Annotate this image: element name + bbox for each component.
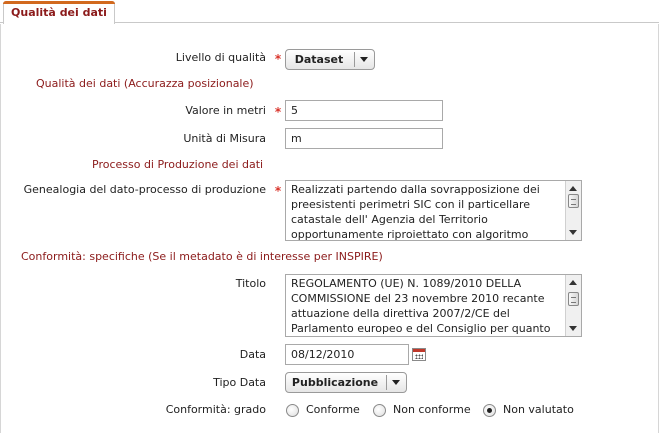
dropdown-separator xyxy=(386,375,387,390)
titolo-scrollbar[interactable] xyxy=(565,275,581,336)
required-marker: * xyxy=(274,105,282,119)
tab-qualita-dati[interactable]: Qualità dei dati xyxy=(3,1,115,24)
text-line: opportunamente riproiettato con algoritm… xyxy=(291,228,529,241)
text-line: Parlamento europeo e del Consiglio per q… xyxy=(291,322,551,335)
required-marker: * xyxy=(274,52,282,66)
valore-input[interactable]: 5 xyxy=(285,100,443,121)
data-input[interactable]: 08/12/2010 xyxy=(285,344,409,365)
calendar-icon[interactable] xyxy=(412,348,426,361)
tab-bar: Qualità dei dati xyxy=(0,0,659,24)
scroll-thumb[interactable] xyxy=(568,292,579,306)
tipo-data-value: Pubblicazione xyxy=(291,376,379,389)
section-conformita: Conformità: specifiche (Se il metadato è… xyxy=(21,250,383,263)
chevron-down-icon xyxy=(392,380,400,385)
scroll-thumb[interactable] xyxy=(568,194,579,208)
text-line: catastale dell' Agenzia del Territorio xyxy=(291,213,488,226)
radio-conforme[interactable] xyxy=(286,404,299,417)
unita-input[interactable]: m xyxy=(285,128,443,149)
data-label: Data xyxy=(239,348,266,361)
text-line: attuazione della direttiva 2007/2/CE del xyxy=(291,307,510,320)
scroll-down-icon[interactable] xyxy=(569,326,577,331)
livello-dropdown[interactable]: Dataset xyxy=(285,49,375,70)
genealogia-scrollbar[interactable] xyxy=(565,181,581,240)
radio-non-valutato-label: Non valutato xyxy=(503,403,574,416)
scroll-down-icon[interactable] xyxy=(569,230,577,235)
text-line: preesistenti perimetri SIC con il partic… xyxy=(291,198,531,211)
genealogia-textarea[interactable]: Realizzati partendo dalla sovrapposizion… xyxy=(285,180,582,241)
dropdown-separator xyxy=(354,52,355,67)
valore-label: Valore in metri xyxy=(185,104,266,117)
genealogia-label: Genealogia del dato-processo di produzio… xyxy=(23,183,266,196)
grado-label: Conformità: grado xyxy=(165,403,266,416)
unita-label: Unità di Misura xyxy=(183,132,266,145)
text-line: COMMISSIONE del 23 novembre 2010 recante xyxy=(291,292,545,305)
livello-label: Livello di qualità xyxy=(175,51,266,64)
form-panel: Livello di qualità * Dataset Qualità dei… xyxy=(0,24,659,433)
text-line: Realizzati partendo dalla sovrapposizion… xyxy=(291,183,540,196)
titolo-label: Titolo xyxy=(235,277,266,290)
scroll-up-icon[interactable] xyxy=(569,186,577,191)
radio-non-valutato[interactable] xyxy=(483,404,496,417)
livello-value: Dataset xyxy=(294,53,344,66)
titolo-textarea[interactable]: REGOLAMENTO (UE) N. 1089/2010 DELLA COMM… xyxy=(285,274,582,337)
radio-non-conforme[interactable] xyxy=(373,404,386,417)
text-line: REGOLAMENTO (UE) N. 1089/2010 DELLA xyxy=(291,277,522,290)
radio-non-conforme-label: Non conforme xyxy=(393,403,471,416)
tipo-data-dropdown[interactable]: Pubblicazione xyxy=(285,372,407,393)
required-marker: * xyxy=(274,184,282,198)
radio-conforme-label: Conforme xyxy=(306,403,360,416)
scroll-up-icon[interactable] xyxy=(569,280,577,285)
section-processo: Processo di Produzione dei dati xyxy=(92,158,264,171)
chevron-down-icon xyxy=(360,57,368,62)
section-accuratezza: Qualità dei dati (Accurazza posizionale) xyxy=(36,77,254,90)
tipo-data-label: Tipo Data xyxy=(213,376,266,389)
